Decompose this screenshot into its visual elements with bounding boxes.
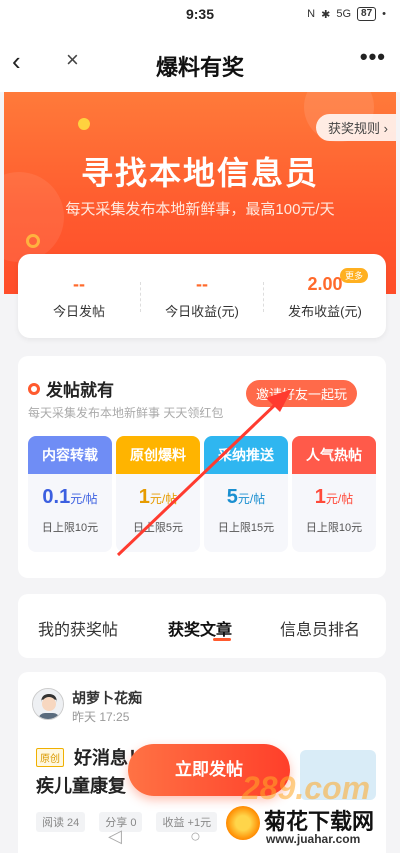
- post-heading-text: 发帖就有: [46, 381, 114, 400]
- category-limit: 日上限10元: [305, 522, 363, 534]
- price-value: 0.1: [42, 486, 71, 508]
- category-price: 0.1元/帖: [28, 486, 112, 509]
- status-icons: N ✱ 5G 87 •: [307, 7, 386, 21]
- category-content-repost[interactable]: 内容转载 0.1元/帖 日上限10元: [28, 436, 112, 552]
- avatar-icon: [33, 689, 63, 719]
- category-name: 内容转载: [28, 436, 112, 474]
- tab-my-awarded-posts[interactable]: 我的获奖帖: [38, 616, 118, 640]
- more-status-icon: •: [382, 8, 386, 20]
- category-limit: 日上限15元: [217, 522, 275, 534]
- category-adopted-push[interactable]: 采纳推送 5元/帖 日上限15元: [204, 436, 288, 552]
- tabs-bar: 我的获奖帖 获奖文章 信息员排名: [18, 594, 386, 658]
- post-heading: 发帖就有: [28, 376, 114, 401]
- post-subtitle: 每天采集发布本地新鲜事 天天领红包: [28, 406, 224, 420]
- avatar[interactable]: [32, 688, 64, 720]
- bluetooth-icon: ✱: [321, 8, 331, 21]
- stat-post-earnings[interactable]: 2.00 更多 发布收益(元): [264, 254, 386, 338]
- stat-label: 今日收益(元): [165, 304, 239, 319]
- signal-icon: 5G: [336, 8, 352, 20]
- stat-label: 发布收益(元): [288, 304, 362, 319]
- category-popular-post[interactable]: 人气热帖 1元/帖 日上限10元: [292, 436, 376, 552]
- tab-reporter-ranking[interactable]: 信息员排名: [280, 616, 360, 640]
- navigation-bar: ‹ × 爆料有奖 •••: [0, 30, 400, 92]
- price-value: 1: [314, 486, 326, 508]
- banner-subtitle: 每天采集发布本地新鲜事，最高100元/天: [65, 201, 335, 218]
- decor-dot-yellow: [78, 118, 90, 130]
- watermark-url: www.juahar.com: [266, 832, 361, 846]
- nfc-icon: N: [307, 8, 316, 20]
- invite-label: 邀请好友一起玩: [256, 387, 348, 402]
- system-home-icon[interactable]: ○: [190, 826, 201, 847]
- page-title: 爆料有奖: [155, 55, 244, 80]
- price-value: 5: [226, 486, 238, 508]
- battery-icon: 87: [357, 7, 377, 21]
- category-price: 1元/帖: [116, 486, 200, 509]
- article-title-line2[interactable]: 疾儿童康复: [36, 772, 126, 798]
- author-name[interactable]: 胡萝卜花痴: [72, 688, 142, 708]
- tab-awarded-articles[interactable]: 获奖文章: [168, 616, 232, 640]
- post-rewards-card: 发帖就有 每天采集发布本地新鲜事 天天领红包 邀请好友一起玩 内容转载 0.1元…: [18, 356, 386, 578]
- more-badge[interactable]: 更多: [340, 268, 369, 283]
- price-unit: 元/帖: [237, 492, 266, 506]
- active-tab-indicator: [213, 638, 231, 641]
- price-unit: 元/帖: [149, 492, 178, 506]
- original-tag: 原创: [36, 748, 64, 767]
- earnings-stats-card: -- 今日发帖 -- 今日收益(元) 2.00 更多 发布收益(元): [18, 254, 386, 338]
- price-unit: 元/帖: [325, 492, 354, 506]
- system-nav-bar: ◁ ○: [0, 822, 220, 853]
- category-limit: 日上限5元: [132, 522, 184, 534]
- price-value: 1: [138, 486, 150, 508]
- banner-title: 寻找本地信息员: [80, 155, 319, 191]
- record-icon: [28, 382, 40, 395]
- flower-logo-icon: [226, 806, 260, 840]
- watermark-number: 289.com: [242, 770, 371, 806]
- stat-value: --: [196, 274, 208, 294]
- category-name: 原创爆料: [116, 436, 200, 474]
- stat-today-posts: -- 今日发帖: [18, 254, 140, 338]
- post-time: 昨天 17:25: [72, 710, 130, 724]
- category-price: 5元/帖: [204, 486, 288, 509]
- more-icon[interactable]: •••: [360, 44, 386, 70]
- stat-label: 今日发帖: [52, 304, 105, 319]
- stat-value: --: [73, 274, 85, 294]
- category-original-report[interactable]: 原创爆料 1元/帖 日上限5元: [116, 436, 200, 552]
- decor-dot-yellow: [26, 234, 40, 248]
- system-back-icon[interactable]: ◁: [108, 826, 122, 847]
- status-bar: 9:35 N ✱ 5G 87 •: [0, 0, 400, 30]
- price-unit: 元/帖: [70, 492, 98, 506]
- stat-today-earnings: -- 今日收益(元): [141, 254, 263, 338]
- invite-friends-button[interactable]: 邀请好友一起玩: [246, 380, 358, 407]
- category-limit: 日上限10元: [41, 522, 99, 534]
- category-name: 采纳推送: [204, 436, 288, 474]
- rules-button[interactable]: 获奖规则 ›: [316, 114, 396, 141]
- category-name: 人气热帖: [292, 436, 376, 474]
- category-price: 1元/帖: [292, 486, 376, 509]
